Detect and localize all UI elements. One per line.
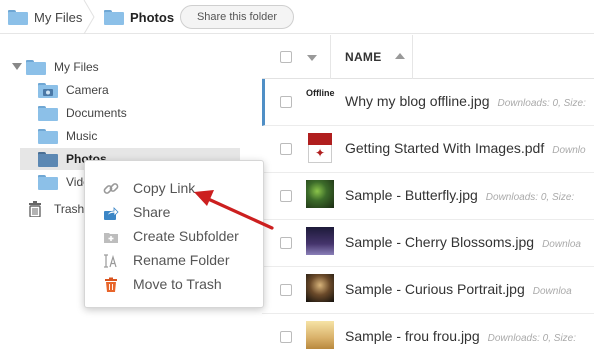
row-checkbox[interactable] — [280, 96, 292, 108]
file-name-text: Sample - Cherry Blossoms.jpg — [345, 234, 535, 250]
file-meta: Downloads: 0, Size: — [485, 192, 575, 203]
table-row[interactable]: Sample - frou frou.jpg Downloads: 0, Size… — [262, 314, 594, 350]
menu-item-label: Move to Trash — [133, 276, 222, 292]
image-thumbnail — [306, 180, 334, 208]
share-icon — [104, 207, 119, 220]
camera-folder-icon — [38, 82, 58, 98]
folder-icon — [26, 59, 46, 75]
breadcrumb-my-files-label: My Files — [34, 9, 83, 25]
table-row[interactable]: Sample - Cherry Blossoms.jpg Downloa — [262, 220, 594, 267]
menu-item-label: Rename Folder — [133, 252, 230, 268]
image-thumbnail — [306, 321, 334, 349]
folder-icon — [38, 151, 58, 167]
file-name[interactable]: Sample - Curious Portrait.jpg Downloa — [345, 281, 572, 297]
image-thumbnail — [306, 227, 334, 255]
row-checkbox[interactable] — [280, 284, 292, 296]
menu-item-copy-link[interactable]: Copy Link — [85, 177, 265, 201]
menu-item-label: Share — [133, 204, 171, 220]
table-row[interactable]: ✦ Getting Started With Images.pdf Downlo — [262, 126, 594, 173]
sort-ascending-icon[interactable] — [395, 53, 405, 59]
file-name-text: Getting Started With Images.pdf — [345, 140, 545, 156]
tree-item-camera[interactable]: Camera — [38, 79, 109, 101]
row-checkbox[interactable] — [280, 237, 292, 249]
file-meta: Downloads: 0, Size: — [487, 333, 577, 344]
tree-item-label: Camera — [66, 83, 109, 97]
menu-item-create-subfolder[interactable]: Create Subfolder — [85, 225, 265, 249]
rename-icon — [104, 254, 117, 268]
file-meta: Downloads: 0, Size: — [497, 98, 586, 109]
folder-icon — [38, 128, 58, 144]
thumbnail-caption: Offline — [306, 88, 335, 98]
file-thumbnail: Offline — [306, 86, 335, 114]
file-table: NAME Offline Why my blog offline.jpg Down… — [262, 35, 594, 350]
file-name-text: Sample - frou frou.jpg — [345, 328, 480, 344]
row-checkbox[interactable] — [280, 143, 292, 155]
breadcrumb-photos[interactable]: Photos — [104, 0, 174, 34]
tree-item-label: Music — [66, 129, 98, 143]
file-name-text: Why my blog offline.jpg — [345, 93, 490, 109]
file-name-text: Sample - Curious Portrait.jpg — [345, 281, 525, 297]
tree-item-label: Documents — [66, 106, 127, 120]
menu-item-label: Create Subfolder — [133, 228, 239, 244]
file-name[interactable]: Why my blog offline.jpg Downloads: 0, Siz… — [345, 93, 586, 109]
tree-item-label: My Files — [54, 60, 99, 74]
pdf-file-icon: ✦ — [306, 133, 334, 163]
column-divider — [330, 35, 331, 79]
file-name[interactable]: Sample - Cherry Blossoms.jpg Downloa — [345, 234, 581, 250]
tree-item-trash[interactable]: Trash — [28, 198, 84, 220]
trash-icon — [29, 201, 41, 217]
menu-item-share[interactable]: Share — [85, 201, 265, 225]
folder-icon — [8, 9, 28, 25]
table-row[interactable]: Sample - Curious Portrait.jpg Downloa — [262, 267, 594, 314]
file-meta: Downloa — [542, 239, 581, 250]
folder-icon — [38, 105, 58, 121]
file-name[interactable]: Sample - frou frou.jpg Downloads: 0, Size… — [345, 328, 576, 344]
share-folder-button[interactable]: Share this folder — [180, 5, 294, 29]
breadcrumb-my-files[interactable]: My Files — [8, 0, 82, 34]
table-row[interactable]: Offline Why my blog offline.jpg Downloads… — [262, 79, 594, 126]
breadcrumb-photos-label: Photos — [130, 9, 175, 25]
file-name[interactable]: Sample - Butterfly.jpg Downloads: 0, Size… — [345, 187, 574, 203]
folder-icon — [38, 174, 58, 190]
breadcrumb-separator — [83, 0, 95, 34]
link-icon — [103, 183, 119, 194]
trash-icon — [105, 277, 117, 292]
row-checkbox[interactable] — [280, 331, 292, 343]
select-menu-caret-icon[interactable] — [307, 55, 317, 61]
column-header-name[interactable]: NAME — [345, 50, 382, 64]
table-header: NAME — [262, 35, 594, 79]
file-name[interactable]: Getting Started With Images.pdf Downlo — [345, 140, 586, 156]
file-name-text: Sample - Butterfly.jpg — [345, 187, 478, 203]
tree-item-music[interactable]: Music — [38, 125, 97, 147]
folder-context-menu: Copy Link Share Create Subfolder Rename … — [84, 160, 264, 308]
tree-item-label: Trash — [54, 202, 85, 216]
breadcrumb-bar: My Files Photos Share this folder — [0, 0, 594, 34]
column-divider — [412, 35, 413, 79]
tree-item-documents[interactable]: Documents — [38, 102, 127, 124]
table-row[interactable]: Sample - Butterfly.jpg Downloads: 0, Size… — [262, 173, 594, 220]
file-meta: Downlo — [552, 145, 586, 156]
menu-item-label: Copy Link — [133, 180, 196, 196]
menu-item-move-to-trash[interactable]: Move to Trash — [85, 273, 265, 297]
new-folder-icon — [104, 233, 118, 243]
collapse-caret-icon[interactable] — [12, 63, 22, 70]
select-all-checkbox[interactable] — [280, 51, 292, 63]
tree-item-my-files[interactable]: My Files — [26, 56, 99, 78]
file-meta: Downloa — [532, 286, 572, 297]
row-checkbox[interactable] — [280, 190, 292, 202]
folder-icon — [104, 9, 124, 25]
menu-item-rename-folder[interactable]: Rename Folder — [85, 249, 265, 273]
image-thumbnail — [306, 274, 334, 302]
